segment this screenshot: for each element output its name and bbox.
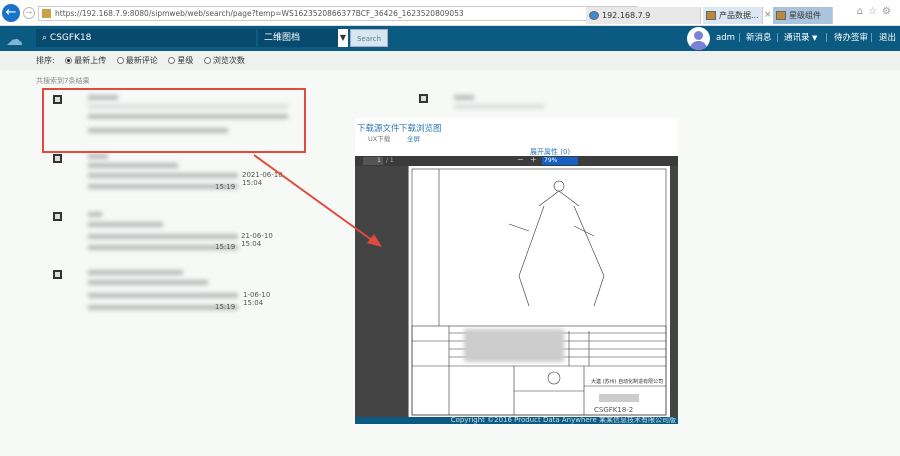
- nav-contacts[interactable]: 通讯录: [784, 26, 810, 51]
- option-label: 最新评论: [125, 56, 158, 65]
- zoom-select[interactable]: 79%: [542, 157, 578, 165]
- zoom-out-button[interactable]: −: [517, 155, 524, 164]
- tab-2[interactable]: 产品数据...: [703, 7, 763, 24]
- modified-time: 15:19: [215, 243, 236, 251]
- page-input[interactable]: 1: [363, 157, 383, 165]
- sort-newest-upload[interactable]: 最新上传: [65, 56, 106, 65]
- tab-3[interactable]: 星级组件: [773, 7, 833, 24]
- file-icon: [53, 270, 62, 279]
- upload-date: 2021-06-10 15:04: [242, 171, 283, 187]
- avatar[interactable]: [687, 27, 710, 50]
- modified-time: 15:19: [215, 303, 236, 311]
- radio-icon[interactable]: [203, 57, 211, 64]
- highlight-box: [42, 88, 306, 153]
- page-icon: [706, 11, 716, 20]
- page-total: / 1: [386, 157, 394, 164]
- fullscreen-link[interactable]: 全屏: [407, 133, 420, 143]
- sort-newest-comment[interactable]: 最新评论: [116, 56, 158, 65]
- nav-pending-review[interactable]: 待办签审: [834, 26, 868, 51]
- drawing-code: CSGFK18-2: [594, 406, 634, 414]
- search-input[interactable]: ⌕ CSGFK18: [36, 29, 256, 47]
- sort-bar: 排序: 最新上传 最新评论 星级 浏览次数: [0, 51, 900, 70]
- radio-icon[interactable]: [65, 57, 73, 64]
- search-query: CSGFK18: [49, 33, 92, 43]
- file-icon: [419, 94, 428, 103]
- type-select[interactable]: 二维图档: [258, 29, 338, 47]
- list-item[interactable]: 1-06-10 15:04 15:19: [50, 268, 290, 318]
- app-header: ☁ ⌕ CSGFK18 二维图档 ▼ Search adm | 新消息 | 通讯…: [0, 26, 900, 51]
- chevron-down-icon[interactable]: ▼: [338, 29, 348, 47]
- tab-label: 产品数据...: [719, 11, 759, 20]
- caret-down-icon[interactable]: ▼: [812, 26, 817, 51]
- tab-label: 192.168.7.9: [602, 11, 651, 20]
- tab-close-icon[interactable]: ×: [764, 10, 772, 20]
- sort-label: 排序:: [36, 56, 55, 65]
- zoom-in-button[interactable]: +: [530, 155, 537, 164]
- list-item[interactable]: [416, 92, 546, 112]
- page-icon: [776, 11, 786, 20]
- ie-icon: [589, 11, 599, 20]
- option-label: 浏览次数: [212, 56, 245, 65]
- list-item[interactable]: 2021-06-10 15:04 15:19: [50, 152, 290, 202]
- user-name[interactable]: adm: [716, 26, 735, 51]
- viewer-canvas[interactable]: 大連 (苏州) 自动化制造有限公司 CSGFK18-2: [355, 166, 678, 417]
- file-icon: [53, 154, 62, 163]
- sort-views[interactable]: 浏览次数: [203, 56, 245, 65]
- download-preview-link[interactable]: 下载浏览图: [399, 122, 442, 134]
- list-item[interactable]: 21-06-10 15:04 15:19: [50, 210, 290, 260]
- radio-icon[interactable]: [168, 57, 176, 64]
- sort-rating[interactable]: 星级: [168, 56, 193, 65]
- cloud-logo-icon: ☁: [6, 30, 23, 50]
- option-label: 星级: [177, 56, 194, 65]
- favicon-icon: [42, 9, 51, 18]
- url-text: https://192.168.7.9:8080/sipmweb/web/sea…: [55, 9, 464, 18]
- preview-panel: 下载源文件 下载浏览图 UX下载 全屏 展开属性 (0) 1 / 1 − + 7…: [355, 118, 678, 424]
- file-icon: [53, 212, 62, 221]
- result-count: 共搜索到7条结果: [36, 77, 90, 85]
- forward-button[interactable]: →: [23, 7, 35, 19]
- drawing-page: 大連 (苏州) 自动化制造有限公司 CSGFK18-2: [408, 166, 670, 417]
- upload-date: 21-06-10 15:04: [241, 232, 273, 248]
- address-bar[interactable]: https://192.168.7.9:8080/sipmweb/web/sea…: [38, 6, 638, 21]
- upload-date: 1-06-10 15:04: [243, 291, 271, 307]
- viewer-toolbar: 1 / 1 − + 79%: [355, 155, 678, 166]
- option-label: 最新上传: [74, 56, 107, 65]
- ux-download-link[interactable]: UX下载: [368, 133, 390, 143]
- nav-logout[interactable]: 退出: [879, 26, 896, 51]
- copyright-footer: Copyright ©2016 Product Data Anywhere 某某…: [355, 417, 678, 424]
- tab-1[interactable]: 192.168.7.9: [586, 7, 701, 24]
- company-name: 大連 (苏州) 自动化制造有限公司: [591, 379, 664, 385]
- search-button[interactable]: Search: [350, 29, 388, 47]
- back-button[interactable]: ←: [2, 4, 20, 22]
- nav-messages[interactable]: 新消息: [746, 26, 772, 51]
- tab-label: 星级组件: [789, 11, 821, 20]
- modified-time: 15:19: [215, 183, 236, 191]
- browser-chrome: ← → https://192.168.7.9:8080/sipmweb/web…: [0, 0, 900, 26]
- browser-tool-icons[interactable]: ⌂☆⚙: [857, 6, 896, 17]
- radio-icon[interactable]: [116, 57, 124, 64]
